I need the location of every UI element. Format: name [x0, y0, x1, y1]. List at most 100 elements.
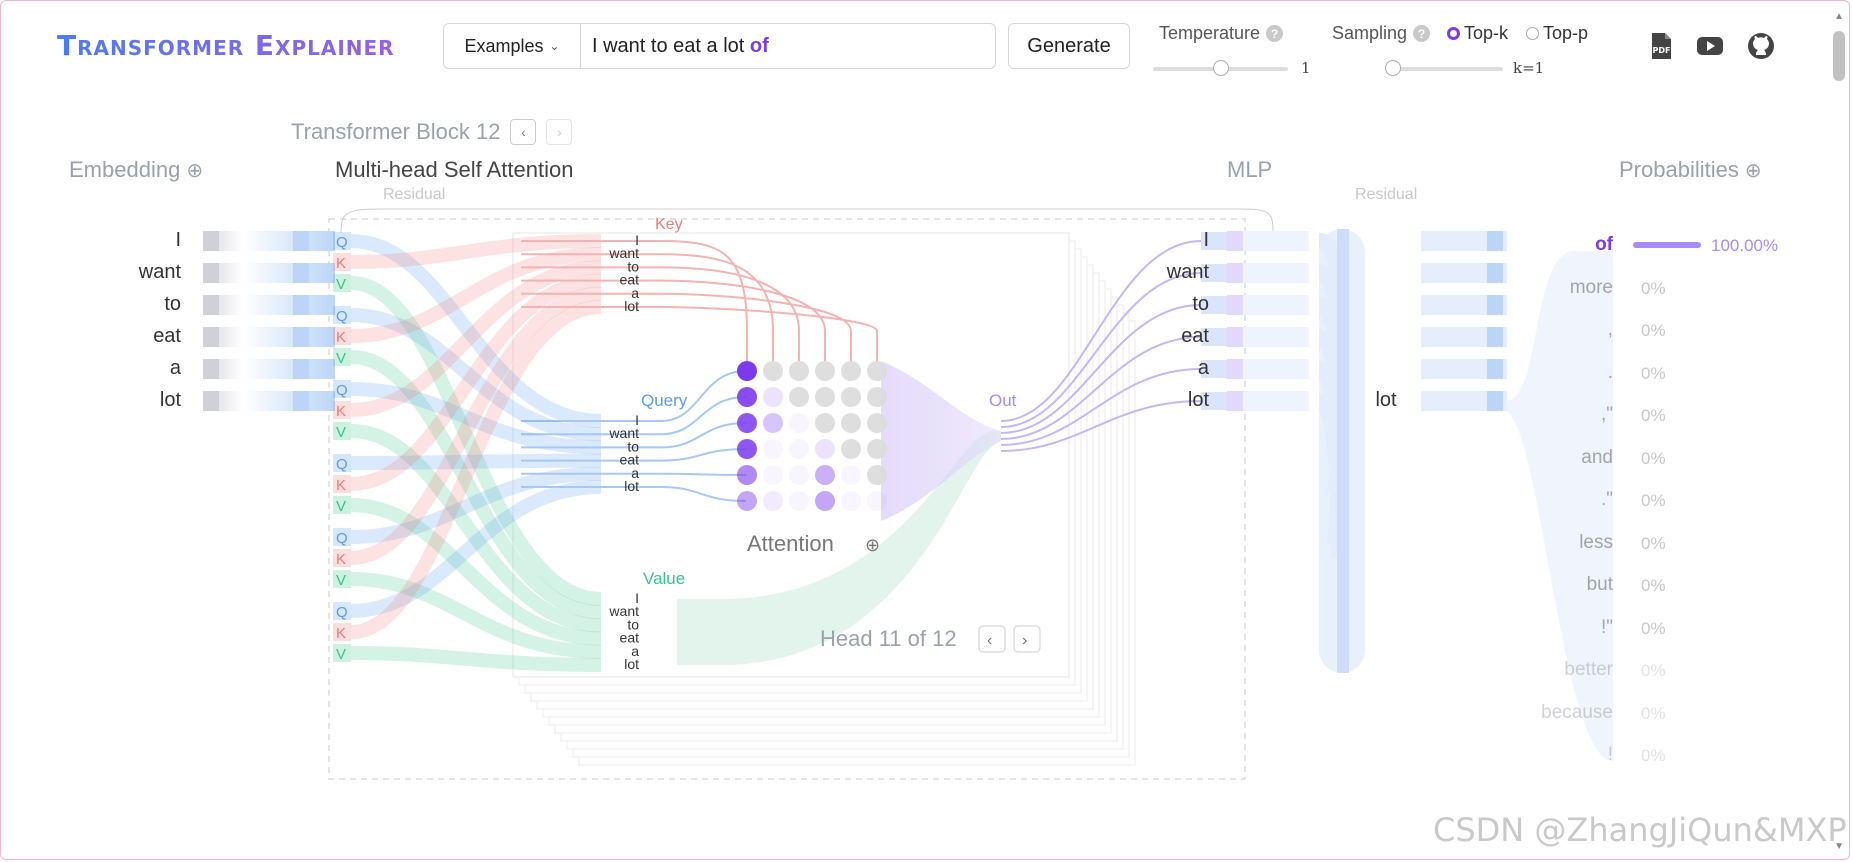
- attention-cell: [867, 361, 887, 381]
- attention-cell: [841, 465, 861, 485]
- qkv-letter: Q: [336, 530, 348, 547]
- transformer-visualization: QKVQKVQKVQKVQKVQKV IIIwantwantwanttototo…: [203, 186, 1701, 780]
- embedding-cell: [293, 327, 309, 347]
- attention-cell: [815, 439, 835, 459]
- attention-cell: [737, 465, 757, 485]
- mlp-vector: [1243, 231, 1309, 251]
- probability-value: 0%: [1641, 618, 1666, 638]
- attention-cell: [789, 439, 809, 459]
- mlp-cell: [1227, 295, 1243, 315]
- qkv-letter: Q: [336, 234, 348, 251]
- head-prev-button: ‹: [978, 625, 1006, 653]
- key-label: Key: [655, 216, 683, 233]
- probability-token: ,": [1600, 404, 1613, 425]
- head-label: Head 11 of 12: [820, 626, 957, 651]
- qkv-letter: K: [336, 255, 346, 272]
- probability-token: .": [1600, 489, 1613, 510]
- qkv-letter: V: [336, 424, 346, 441]
- attention-cell: [841, 387, 861, 407]
- probability-value: 0%: [1641, 448, 1666, 468]
- attention-cell: [789, 491, 809, 511]
- attention-cell: [841, 491, 861, 511]
- attention-cell: [841, 413, 861, 433]
- embedding-token: want: [138, 261, 181, 283]
- embedding-vector: [203, 327, 335, 347]
- probability-value: 0%: [1641, 533, 1666, 553]
- embedding-vector: [203, 359, 335, 379]
- mlp-output-cell: [1487, 327, 1503, 347]
- qkv-letter: Q: [336, 456, 348, 473]
- probability-value: 0%: [1641, 746, 1666, 765]
- out-label: Out: [989, 391, 1017, 410]
- attention-matrix-label: Attention: [747, 531, 834, 556]
- embedding-cell: [203, 391, 219, 411]
- attention-cell: [815, 387, 835, 407]
- mlp-output-cell: [1487, 391, 1503, 411]
- probability-token: !": [1600, 616, 1613, 638]
- attention-cell: [815, 413, 835, 433]
- attention-cell: [867, 439, 887, 459]
- attention-cell: [867, 465, 887, 485]
- probability-token: !: [1607, 744, 1613, 765]
- qkv-letter: K: [336, 329, 346, 346]
- probability-value: 0%: [1641, 661, 1666, 680]
- mlp-token: a: [1197, 357, 1209, 379]
- residual-label: Residual: [383, 186, 445, 203]
- attention-cell: [763, 361, 783, 381]
- attention-cell: [763, 465, 783, 485]
- probability-bar: [1633, 242, 1701, 248]
- query-label: Query: [641, 391, 688, 410]
- embedding-cell: [203, 327, 219, 347]
- attention-cell: [737, 361, 757, 381]
- scroll-up-icon[interactable]: ▲: [1834, 11, 1844, 22]
- zoom-in-icon: ⊕: [865, 535, 880, 555]
- probability-token: but: [1586, 574, 1613, 595]
- probability-value: 0%: [1641, 703, 1666, 723]
- mlp-output-cell: [1487, 263, 1503, 283]
- attention-cell: [763, 413, 783, 433]
- qkv-letter: V: [336, 646, 346, 663]
- embedding-cell: [203, 231, 219, 251]
- vertical-scrollbar[interactable]: [1833, 31, 1845, 81]
- probability-token: of: [1595, 234, 1613, 255]
- mlp-vector: [1243, 391, 1309, 411]
- qkv-letter: K: [336, 551, 346, 568]
- attention-cell: [763, 439, 783, 459]
- embedding-token: eat: [153, 325, 181, 347]
- mlp-hidden-column: [1337, 229, 1349, 673]
- qkv-letter: V: [336, 572, 346, 589]
- mlp-focus-token: lot: [1375, 389, 1397, 411]
- attention-cell: [737, 387, 757, 407]
- probability-token: ,: [1607, 319, 1613, 340]
- attention-cell: [763, 491, 783, 511]
- mlp-token: want: [1166, 261, 1209, 283]
- probability-token: .: [1607, 361, 1613, 383]
- embedding-cell: [293, 231, 309, 251]
- app-frame: Transformer Explainer Examples ⌄ I want …: [0, 0, 1850, 860]
- probability-value: 0%: [1641, 491, 1666, 510]
- attention-cell: [815, 491, 835, 511]
- mlp-token: I: [1203, 229, 1209, 251]
- embedding-cell: [293, 391, 309, 411]
- attention-cell: [815, 361, 835, 381]
- mlp-output-cell: [1487, 295, 1503, 315]
- probability-token: because: [1541, 701, 1613, 723]
- attention-cell: [789, 413, 809, 433]
- qkv-letter: K: [336, 625, 346, 642]
- qkv-letter: V: [336, 276, 346, 293]
- embedding-vector: [203, 263, 335, 283]
- embedding-token: lot: [159, 389, 181, 411]
- chevron-right-icon: ›: [1022, 632, 1027, 649]
- probability-token: better: [1564, 659, 1613, 680]
- mlp-vector: [1243, 295, 1309, 315]
- mlp-vector: [1243, 359, 1309, 379]
- mlp-cell: [1227, 359, 1243, 379]
- probability-value: 0%: [1641, 363, 1666, 383]
- embedding-cell: [293, 263, 309, 283]
- chevron-left-icon: ‹: [987, 632, 992, 649]
- mlp-cell: [1227, 391, 1243, 411]
- mlp-cell: [1227, 327, 1243, 347]
- attention-cell: [737, 439, 757, 459]
- qkv-letter: Q: [336, 308, 348, 325]
- residual2-label: Residual: [1355, 186, 1417, 203]
